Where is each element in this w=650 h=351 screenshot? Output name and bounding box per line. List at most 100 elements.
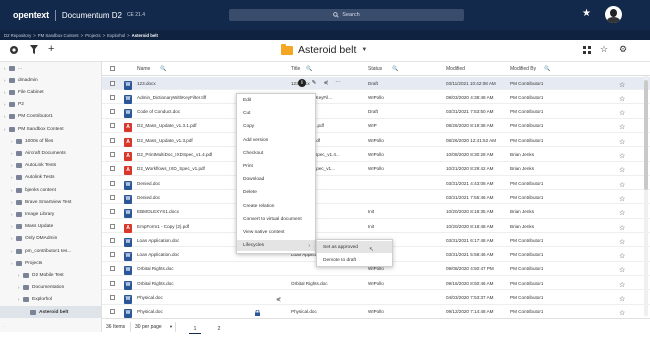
context-menu-item[interactable]: Lifecycles › [237,240,315,252]
scrollbar-thumb[interactable] [644,80,648,190]
filter-icon[interactable] [30,45,38,56]
row-checkbox[interactable] [110,223,115,229]
row-checkbox[interactable] [110,80,115,86]
submenu-item[interactable]: Set as approved [317,241,392,253]
column-search-icon[interactable]: 🔍 [544,66,550,72]
column-header-status[interactable]: Status [368,66,382,72]
table-row[interactable]: WAdmin_DictionaryWithKeyFilter.tiff...on… [102,91,650,105]
tree-item[interactable]: › PM Contributor1 [0,111,101,123]
row-checkbox[interactable] [110,194,115,200]
tree-item[interactable]: › D2 Mobile Test [0,269,101,281]
column-header-name[interactable]: Name [137,66,150,72]
row-checkbox[interactable] [110,295,115,300]
table-row[interactable]: AD2_Mass_Update_v1.3.1.pdf...ate_v1.3.1.… [102,120,650,133]
breadcrumb-item[interactable]: PM Sandbox Content [38,33,79,38]
tree-item[interactable]: › 1000s of files [0,135,101,147]
tree-item[interactable]: › Autolink Tests [0,172,101,184]
context-menu-item[interactable]: Download [237,174,315,185]
grid-view-icon[interactable] [583,46,591,56]
user-avatar[interactable] [605,6,622,23]
context-menu-item[interactable]: Delete [237,187,315,198]
tree-item[interactable]: › P2 [0,99,101,111]
folder-title[interactable]: Asteroid belt ▼ [281,43,367,56]
table-row[interactable]: W Physical.doc 04/03/2020 7:53:37 AM PM Con… [102,292,650,305]
favorites-star-icon[interactable]: ★ [582,8,591,19]
context-menu-item[interactable]: Cut [237,108,315,119]
tree-item[interactable]: › Mass Update [0,221,101,233]
favorite-star-icon[interactable]: ☆ [619,295,625,303]
row-checkbox[interactable] [110,309,115,315]
star-outline-icon[interactable]: ☆ [600,44,608,55]
column-header-modified[interactable]: Modified [446,66,465,72]
context-menu-item[interactable]: Checkout [237,148,315,159]
favorite-star-icon[interactable]: ☆ [619,123,625,131]
table-row[interactable]: WEBMOLEXYS1.docx...S1.docxInit10/20/2020… [102,206,650,219]
cell-name[interactable]: EmpForm1 - Copy (2).pdf [137,224,189,229]
cell-name[interactable]: 123.docx [137,81,156,86]
favorite-star-icon[interactable]: ☆ [619,281,625,289]
chevron-down-icon[interactable]: ▼ [361,47,367,53]
select-all-checkbox[interactable] [110,66,115,71]
row-checkbox[interactable] [110,180,115,186]
submenu-item[interactable]: Demote to draft [317,254,392,266]
table-row[interactable]: AD2_Workflows_IXD_Spec_v1.pdf...ws_IXD_S… [102,163,650,176]
column-search-icon[interactable]: 🔍 [392,66,398,72]
tree-item[interactable]: › Brave Smartview Test [0,196,101,208]
favorite-star-icon[interactable]: ☆ [619,238,625,246]
page-1-button[interactable]: 1 [189,324,201,334]
context-menu-item[interactable]: View native content [237,227,315,238]
row-checkbox[interactable] [110,137,115,143]
favorite-star-icon[interactable]: ☆ [619,209,625,217]
brand-logo[interactable]: opentext [13,10,49,20]
breadcrumb-item[interactable]: D2 Repository [4,33,31,38]
table-row[interactable]: W Physical.doc Physical.doc WIPollo 09/12/20… [102,306,650,319]
favorite-star-icon[interactable]: ☆ [619,152,625,160]
tree-item[interactable]: › pm_contributor1 tes... [0,245,101,257]
favorite-star-icon[interactable]: ☆ [619,309,625,317]
cell-name[interactable]: D2_Mass_Update_v1.3.pdf [137,138,193,143]
favorite-star-icon[interactable]: ☆ [619,166,625,174]
context-menu-item[interactable]: Print [237,161,315,172]
tree-item[interactable]: › bjenks content [0,184,101,196]
tree-item[interactable]: › Projects [0,257,101,269]
favorite-star-icon[interactable]: ☆ [619,266,625,274]
cell-name[interactable]: Physical.doc [137,295,163,300]
tree-item[interactable]: › Image Library [0,208,101,220]
table-row[interactable]: WCode of Conduct.doc...duct.docxDraft03/… [102,106,650,119]
cell-name[interactable]: Denied.doc [137,195,160,200]
per-page-select[interactable]: 30 per page ▼ [130,322,176,332]
share-icon[interactable]: ⋞ [322,79,330,87]
table-row[interactable]: AD2_PrintMultiDoc_IXDSpec_v1.4.pdf...iDo… [102,149,650,162]
row-checkbox[interactable] [110,280,115,286]
favorite-star-icon[interactable]: ☆ [619,252,625,260]
table-row[interactable]: W123.docx123.docxDraft03/11/2021 10:42:0… [102,77,650,90]
add-icon[interactable]: + [48,43,54,55]
favorite-star-icon[interactable]: ☆ [619,138,625,146]
tree-item[interactable]: Asteroid belt [0,306,101,318]
tree-item[interactable]: › Documentation [0,282,101,294]
row-checkbox[interactable] [110,94,115,100]
gear-icon[interactable]: ⚙ [619,44,627,55]
cell-name[interactable]: D2_PrintMultiDoc_IXDSpec_v1.4.pdf [137,152,212,157]
tree-item[interactable]: › AutoLink Tests [0,160,101,172]
tree-item[interactable]: ›... [0,62,101,74]
cell-name[interactable]: Orbital Rights.doc [137,266,174,271]
row-checkbox[interactable] [110,237,115,243]
tree-item[interactable]: › File Cabinet [0,86,101,98]
tree-item[interactable]: › Explorhol [0,294,101,306]
row-checkbox[interactable] [110,109,115,115]
context-menu-item[interactable]: Add version [237,135,315,146]
info-icon[interactable]: i [298,78,306,87]
vertical-scrollbar[interactable] [644,76,648,316]
cell-name[interactable]: Physical.doc [137,309,163,314]
table-row[interactable]: AD2_Mass_Update_v1.3.pdf...ate_v1.3.pdfW… [102,134,650,148]
more-options-icon[interactable]: ⋯ [334,79,342,87]
column-header-modified-by[interactable]: Modified By [510,66,536,72]
context-menu-item[interactable]: Convert to virtual document [237,214,315,225]
row-checkbox[interactable] [110,209,115,215]
cell-name[interactable]: Code of Conduct.doc [137,109,180,114]
cell-name[interactable]: EBMOLEXYS1.docx [137,209,179,214]
cell-name[interactable]: Loan Application.doc [137,238,179,243]
context-menu-item[interactable]: Copy [237,121,315,132]
cell-name[interactable]: D2_Workflows_IXD_Spec_v1.pdf [137,166,205,171]
